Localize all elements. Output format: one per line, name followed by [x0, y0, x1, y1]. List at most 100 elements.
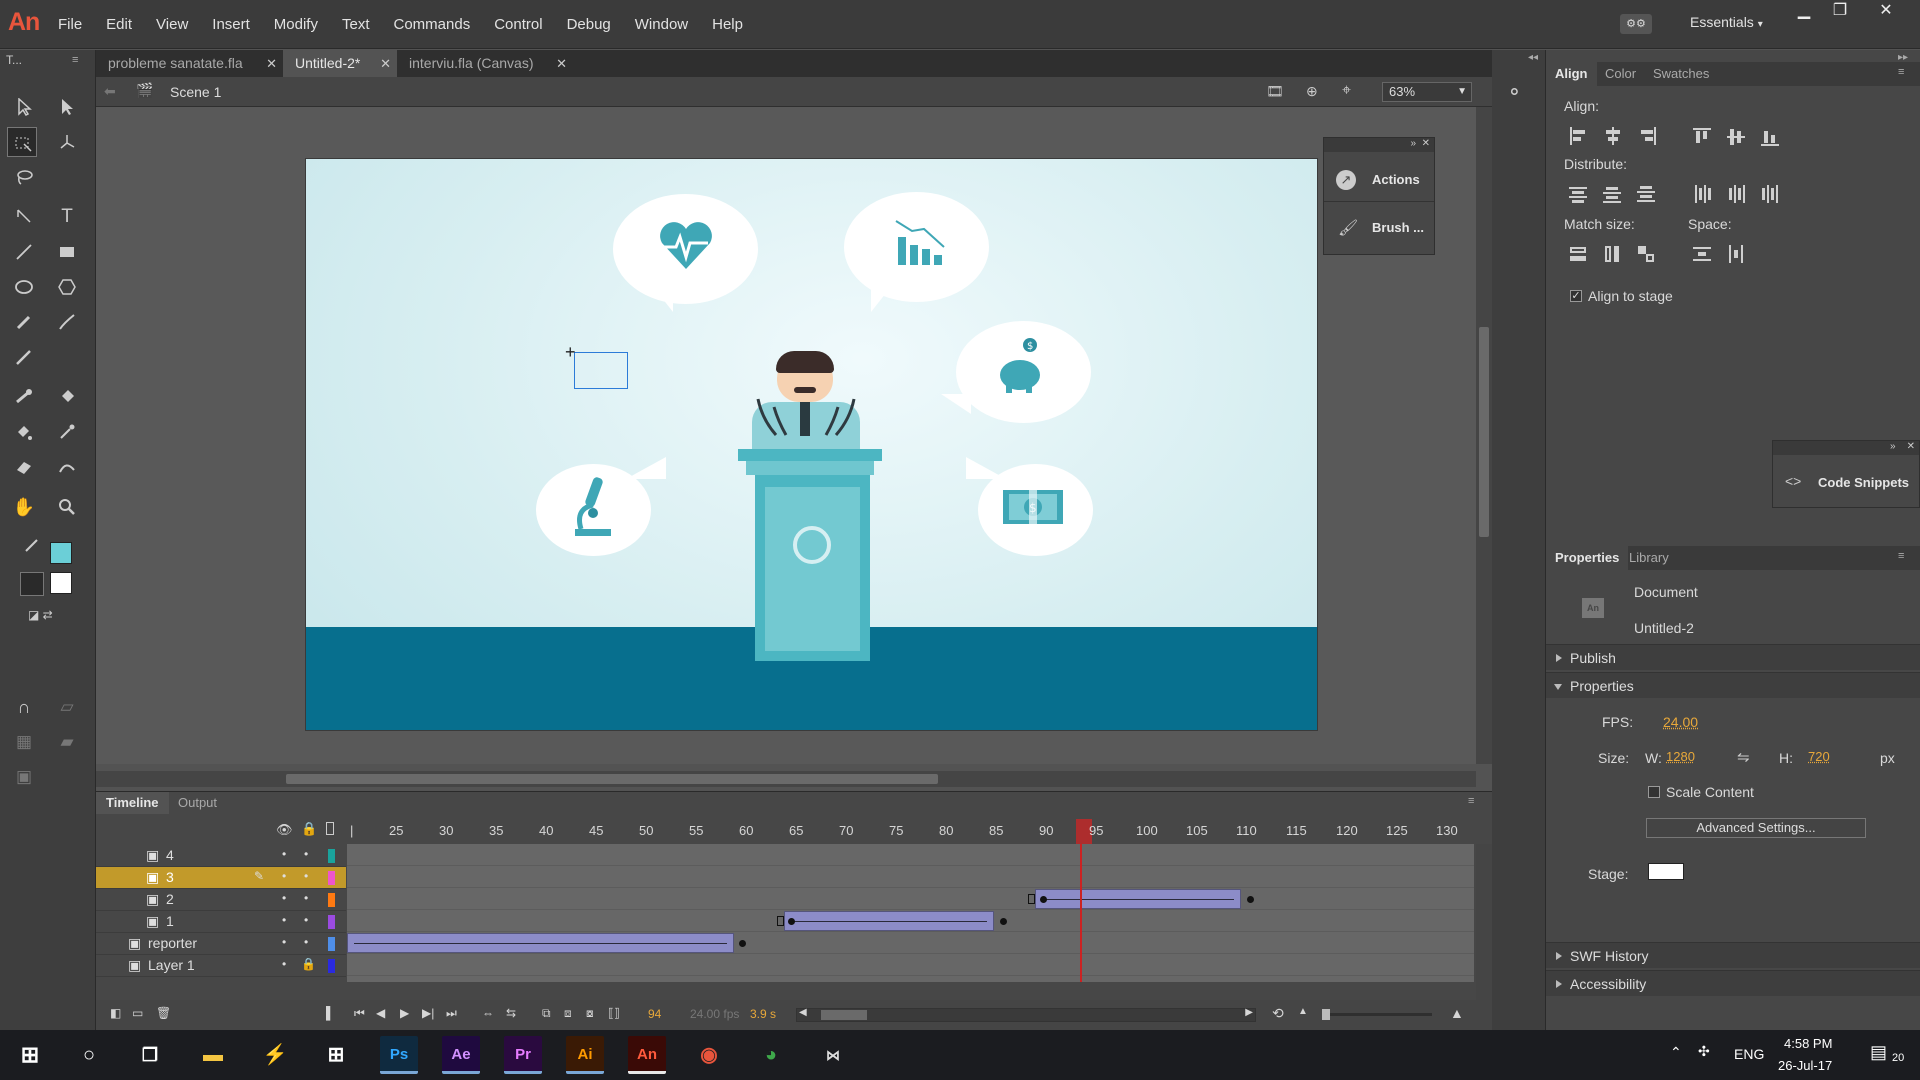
motion-tween-span[interactable] — [1035, 889, 1241, 909]
edit-symbols-icon[interactable]: ⊕ — [1306, 83, 1318, 100]
zoom-out-frames-icon[interactable]: ▲ — [1298, 1006, 1308, 1017]
tab-output[interactable]: Output — [168, 792, 227, 814]
last-frame-icon[interactable]: ⏭ — [446, 1006, 457, 1021]
after-effects-app[interactable]: Ae — [442, 1036, 480, 1074]
brush-library-button[interactable]: 🖌 Brush ... — [1324, 208, 1434, 250]
frame-row[interactable] — [347, 866, 1474, 888]
text-tool-icon[interactable]: T — [52, 202, 82, 232]
frame-row[interactable] — [347, 954, 1474, 976]
pencil-tool-icon[interactable] — [9, 307, 39, 337]
chrome-icon[interactable]: ◕ — [752, 1036, 790, 1074]
layer-row-layer-1[interactable]: ▣ Layer 1 • 🔒 — [96, 955, 346, 977]
frame-rate[interactable]: 24.00 fps — [690, 1007, 739, 1021]
tab-library[interactable]: Library — [1620, 546, 1678, 570]
bone-tool-icon[interactable] — [9, 382, 39, 412]
tray-chevron-up-icon[interactable]: ⌃ — [1670, 1044, 1682, 1061]
align-bottom-icon[interactable] — [1760, 126, 1782, 146]
selection-tool-icon[interactable] — [9, 92, 39, 122]
tab-timeline[interactable]: Timeline — [96, 792, 169, 814]
layer-color-swatch[interactable] — [328, 893, 335, 907]
scale-content-checkbox[interactable] — [1648, 786, 1660, 798]
accessibility-section[interactable]: Accessibility — [1546, 970, 1920, 996]
motion-tween-span[interactable] — [347, 933, 734, 953]
oval-tool-icon[interactable] — [9, 272, 39, 302]
motion-presets-icon[interactable]: ⚬ — [1506, 80, 1523, 105]
visibility-dot[interactable]: • — [282, 935, 286, 949]
frame-row[interactable] — [347, 844, 1474, 866]
keyframe-empty[interactable] — [1028, 894, 1035, 904]
actions-panel-button[interactable]: ↗ Actions — [1324, 160, 1434, 202]
stroke-color-swatch[interactable] — [50, 542, 72, 564]
distribute-top-icon[interactable] — [1568, 184, 1590, 204]
menu-text[interactable]: Text — [342, 16, 370, 33]
fill-color-swatch[interactable] — [50, 572, 72, 594]
space-evenly-vertical-icon[interactable] — [1692, 244, 1714, 264]
menu-commands[interactable]: Commands — [394, 16, 471, 33]
stage-color-swatch[interactable] — [1648, 863, 1684, 880]
publish-section[interactable]: Publish — [1546, 644, 1920, 670]
layer-color-swatch[interactable] — [328, 849, 335, 863]
code-snippets-button[interactable]: <> Code Snippets — [1773, 463, 1919, 503]
back-arrow-icon[interactable]: ⬅ — [104, 83, 116, 100]
frame-row[interactable] — [347, 888, 1474, 910]
pinned-app-icon[interactable]: ⚡ — [256, 1036, 294, 1074]
swf-history-section[interactable]: SWF History — [1546, 942, 1920, 968]
advanced-settings-button[interactable]: Advanced Settings... — [1646, 818, 1866, 838]
skew-option-icon[interactable]: ▰ — [52, 727, 82, 757]
timeline-vertical-scrollbar[interactable] — [1476, 844, 1492, 1000]
play-icon[interactable]: ▶ — [400, 1006, 409, 1020]
align-left-icon[interactable] — [1568, 126, 1590, 146]
visibility-dot[interactable]: • — [282, 869, 286, 883]
distribute-left-icon[interactable] — [1692, 184, 1714, 204]
tab-color[interactable]: Color — [1596, 62, 1645, 86]
menu-edit[interactable]: Edit — [106, 16, 132, 33]
close-tab-icon[interactable]: ✕ — [380, 50, 391, 77]
outline-icon[interactable] — [326, 822, 334, 835]
eraser-tool-icon[interactable] — [9, 452, 39, 482]
pen-tool-icon[interactable] — [9, 202, 39, 232]
width-tool-icon[interactable] — [52, 452, 82, 482]
fps-value[interactable]: 24.00 — [1663, 714, 1698, 730]
lasso-tool-icon[interactable] — [9, 162, 39, 192]
tab-swatches[interactable]: Swatches — [1644, 62, 1718, 86]
layer-row-4[interactable]: ▣ 4 • • — [96, 845, 346, 867]
match-width-icon[interactable] — [1568, 244, 1590, 264]
panel-menu-icon[interactable]: ≡ — [1898, 550, 1904, 562]
keyframe[interactable] — [1000, 918, 1007, 925]
first-frame-icon[interactable]: ⏮ — [354, 1006, 365, 1021]
frame-size-slider[interactable] — [1322, 1009, 1432, 1020]
step-back-icon[interactable]: ◀ — [376, 1006, 385, 1020]
close-tab-icon[interactable]: ✕ — [266, 50, 277, 77]
keyframe[interactable] — [1040, 896, 1047, 903]
premiere-app[interactable]: Pr — [504, 1036, 542, 1074]
menu-debug[interactable]: Debug — [567, 16, 611, 33]
tab-interviu[interactable]: interviu.fla (Canvas) ✕ — [397, 50, 573, 77]
straighten-option-icon[interactable]: ▦ — [9, 727, 39, 757]
lock-icon[interactable]: 🔒 — [301, 821, 317, 837]
brush-tool-icon[interactable] — [9, 342, 39, 372]
center-frame-icon[interactable]: ⇆ — [506, 1006, 516, 1020]
close-tab-icon[interactable]: ✕ — [556, 50, 567, 77]
lock-dot[interactable]: • — [304, 913, 308, 927]
visibility-dot[interactable]: • — [282, 957, 286, 971]
pinned-app-icon[interactable]: ◉ — [690, 1036, 728, 1074]
chevron-right-icon[interactable]: ▶ — [1245, 1007, 1253, 1018]
lock-dot[interactable]: • — [304, 891, 308, 905]
action-center-icon[interactable]: ▤ — [1870, 1042, 1887, 1063]
network-icon[interactable]: ✣ — [1698, 1043, 1710, 1060]
pinned-app-icon[interactable]: ⋈ — [814, 1036, 852, 1074]
step-forward-icon[interactable]: ▶| — [422, 1006, 434, 1020]
layer-row-3[interactable]: ▣ 3 ✎ • • — [96, 867, 346, 889]
envelope-option-icon[interactable]: ▣ — [9, 762, 39, 792]
polystar-tool-icon[interactable] — [52, 272, 82, 302]
distribute-right-icon[interactable] — [1760, 184, 1782, 204]
panel-menu-icon[interactable]: ≡ — [1468, 795, 1474, 807]
match-width-height-icon[interactable] — [1636, 244, 1658, 264]
rectangle-tool-icon[interactable] — [52, 237, 82, 267]
vertical-scrollbar[interactable] — [1476, 107, 1492, 764]
scroll-thumb[interactable] — [821, 1010, 867, 1020]
layer-row-1[interactable]: ▣ 1 • • — [96, 911, 346, 933]
layer-locked-icon[interactable]: 🔒 — [301, 957, 316, 971]
onion-skin-icon[interactable]: ⧉ — [542, 1006, 551, 1021]
stage-canvas[interactable]: $ $ + — [305, 158, 1318, 731]
